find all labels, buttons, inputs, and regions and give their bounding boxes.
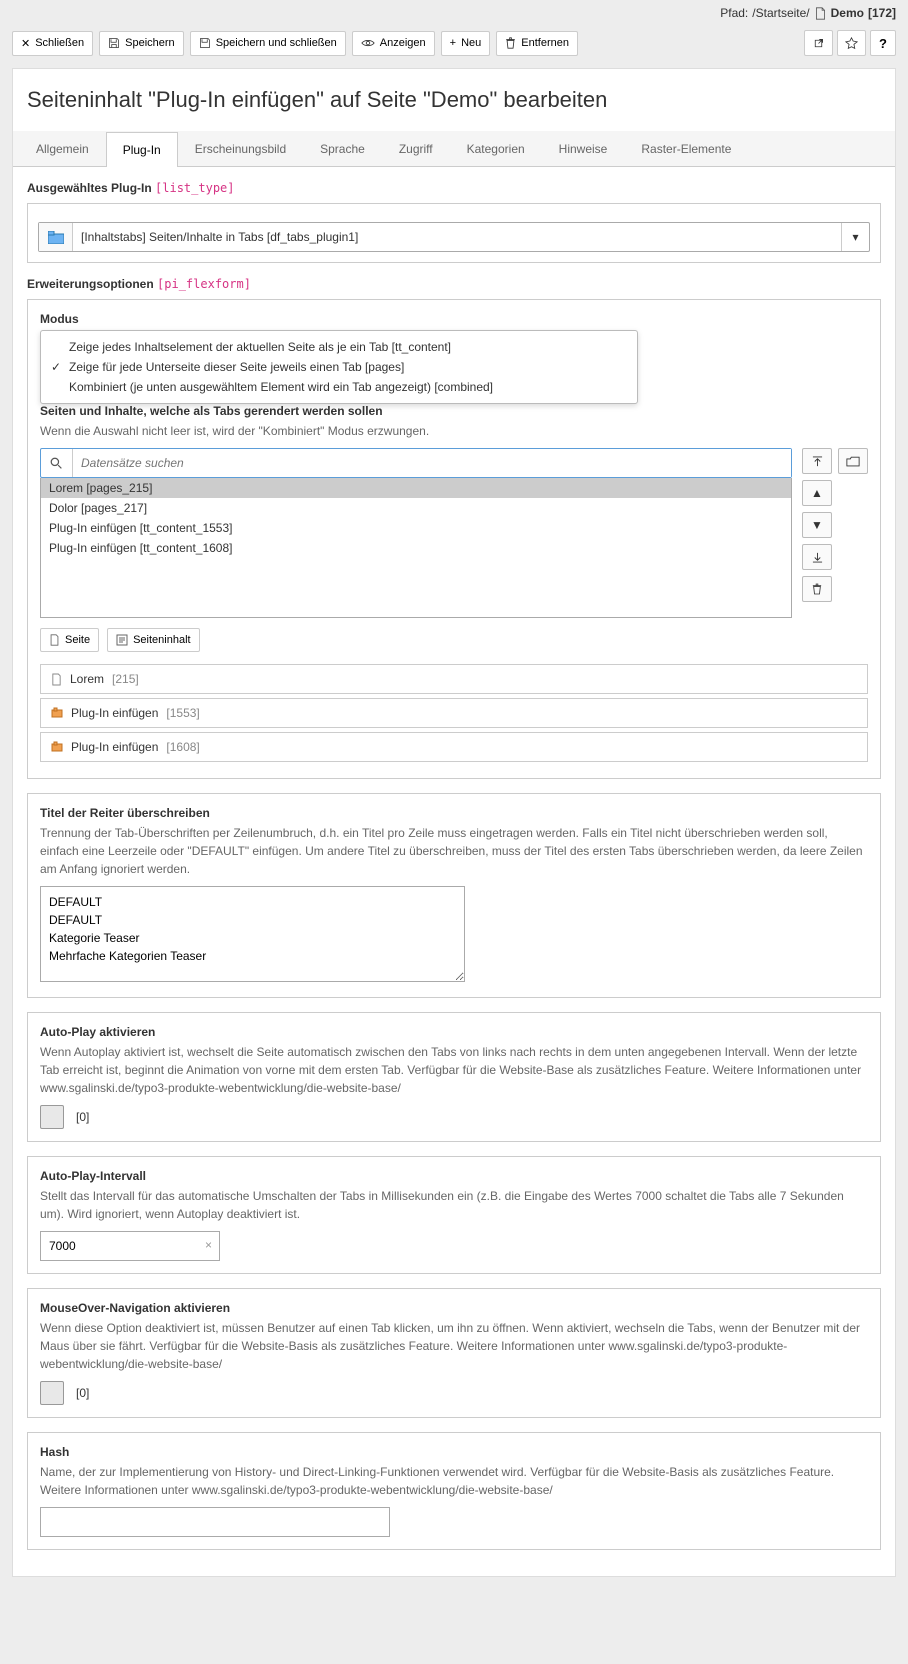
ref-id: [1608] (166, 740, 199, 754)
open-new-window-button[interactable] (804, 30, 833, 56)
tab-raster-elemente[interactable]: Raster-Elemente (624, 131, 748, 166)
mouseover-help: Wenn diese Option deaktiviert ist, müsse… (40, 1319, 868, 1373)
records-listbox[interactable]: Lorem [pages_215] Dolor [pages_217] Plug… (40, 478, 792, 618)
page-icon (49, 634, 60, 646)
path-page-id: [172] (868, 6, 896, 20)
plugin-select-value: [Inhaltstabs] Seiten/Inhalte in Tabs [df… (73, 223, 841, 251)
path-page-name[interactable]: Demo (831, 6, 864, 20)
add-page-button[interactable]: Seite (40, 628, 99, 652)
tab-hinweise[interactable]: Hinweise (542, 131, 625, 166)
save-button[interactable]: Speichern (99, 31, 184, 56)
mouseover-label: MouseOver-Navigation aktivieren (40, 1301, 868, 1315)
view-button[interactable]: Anzeigen (352, 31, 435, 56)
bookmark-button[interactable] (837, 30, 866, 56)
tab-plug-in[interactable]: Plug-In (106, 132, 178, 167)
plugin-select[interactable]: [Inhaltstabs] Seiten/Inhalte in Tabs [df… (38, 222, 870, 252)
tab-sprache[interactable]: Sprache (303, 131, 382, 166)
autoplay-checkbox[interactable] (40, 1105, 64, 1129)
tab-zugriff[interactable]: Zugriff (382, 131, 450, 166)
plugin-icon (51, 741, 63, 753)
hash-label: Hash (40, 1445, 868, 1459)
move-top-button[interactable] (802, 448, 832, 474)
close-button[interactable]: ✕Schließen (12, 31, 93, 56)
remove-item-button[interactable] (802, 576, 832, 602)
page-icon (51, 673, 62, 686)
mouseover-value: [0] (76, 1386, 89, 1400)
add-content-button[interactable]: Seiteninhalt (107, 628, 200, 652)
list-item[interactable]: Lorem [pages_215] (41, 478, 791, 498)
records-help: Wenn die Auswahl nicht leer ist, wird de… (40, 422, 868, 440)
list-item[interactable]: Dolor [pages_217] (41, 498, 791, 518)
search-icon (41, 449, 73, 477)
interval-help: Stellt das Intervall für das automatisch… (40, 1187, 868, 1223)
titles-label: Titel der Reiter überschreiben (40, 806, 868, 820)
search-input[interactable] (73, 449, 791, 477)
plus-icon: + (450, 37, 456, 49)
trash-icon (505, 37, 516, 49)
browse-button[interactable] (838, 448, 868, 474)
ref-item[interactable]: Plug-In einfügen [1553] (40, 698, 868, 728)
tab-allgemein[interactable]: Allgemein (19, 131, 106, 166)
hash-help: Name, der zur Implementierung von Histor… (40, 1463, 868, 1499)
autoplay-help: Wenn Autoplay aktiviert ist, wechselt di… (40, 1043, 868, 1097)
move-bottom-button[interactable] (802, 544, 832, 570)
chevron-down-icon: ▾ (841, 223, 869, 251)
titles-textarea[interactable] (40, 886, 465, 982)
titles-help: Trennung der Tab-Überschriften per Zeile… (40, 824, 868, 878)
ref-item[interactable]: Lorem [215] (40, 664, 868, 694)
ext-tech-name: [pi_flexform] (157, 277, 251, 291)
path-crumb[interactable]: /Startseite/ (752, 6, 809, 20)
path-prefix: Pfad: (720, 6, 748, 20)
plugin-label: Ausgewähltes Plug-In [list_type] (27, 181, 881, 195)
delete-button[interactable]: Entfernen (496, 31, 578, 56)
eye-icon (361, 38, 375, 48)
plugin-icon (39, 223, 73, 251)
clear-icon[interactable]: × (205, 1238, 212, 1252)
tabs: Allgemein Plug-In Erscheinungsbild Sprac… (13, 131, 895, 167)
mode-option-pages[interactable]: Zeige für jede Unterseite dieser Seite j… (41, 357, 637, 377)
breadcrumb: Pfad: /Startseite/ Demo [172] (0, 0, 908, 24)
list-item[interactable]: Plug-In einfügen [tt_content_1608] (41, 538, 791, 558)
move-down-button[interactable]: ▼ (802, 512, 832, 538)
list-item[interactable]: Plug-In einfügen [tt_content_1553] (41, 518, 791, 538)
mode-dropdown-menu: Zeige jedes Inhaltselement der aktuellen… (40, 330, 638, 404)
ext-label: Erweiterungsoptionen [pi_flexform] (27, 277, 881, 291)
help-button[interactable]: ? (870, 30, 896, 56)
plugin-icon (51, 707, 63, 719)
autoplay-label: Auto-Play aktivieren (40, 1025, 868, 1039)
save-icon (108, 37, 120, 49)
plugin-tech-name: [list_type] (155, 181, 234, 195)
move-up-button[interactable]: ▲ (802, 480, 832, 506)
ref-id: [1553] (166, 706, 199, 720)
mode-option-combined[interactable]: Kombiniert (je unten ausgewähltem Elemen… (41, 377, 637, 397)
toolbar: ✕Schließen Speichern Speichern und schli… (0, 24, 908, 68)
autoplay-value: [0] (76, 1110, 89, 1124)
ref-name: Plug-In einfügen (71, 706, 158, 720)
tab-kategorien[interactable]: Kategorien (450, 131, 542, 166)
interval-input[interactable] (40, 1231, 220, 1261)
tab-erscheinungsbild[interactable]: Erscheinungsbild (178, 131, 303, 166)
mode-label: Modus (40, 312, 868, 326)
ref-name: Plug-In einfügen (71, 740, 158, 754)
hash-input[interactable] (40, 1507, 390, 1537)
mouseover-checkbox[interactable] (40, 1381, 64, 1405)
interval-label: Auto-Play-Intervall (40, 1169, 868, 1183)
ref-name: Lorem (70, 672, 104, 686)
mode-option-tt-content[interactable]: Zeige jedes Inhaltselement der aktuellen… (41, 337, 637, 357)
content-icon (116, 634, 128, 646)
new-button[interactable]: +Neu (441, 31, 491, 56)
save-close-button[interactable]: Speichern und schließen (190, 31, 346, 56)
close-icon: ✕ (21, 37, 30, 50)
ref-item[interactable]: Plug-In einfügen [1608] (40, 732, 868, 762)
ref-id: [215] (112, 672, 139, 686)
page-icon (814, 7, 827, 20)
records-label: Seiten und Inhalte, welche als Tabs gere… (40, 404, 868, 418)
page-title: Seiteninhalt "Plug-In einfügen" auf Seit… (27, 87, 881, 113)
save-close-icon (199, 37, 211, 49)
